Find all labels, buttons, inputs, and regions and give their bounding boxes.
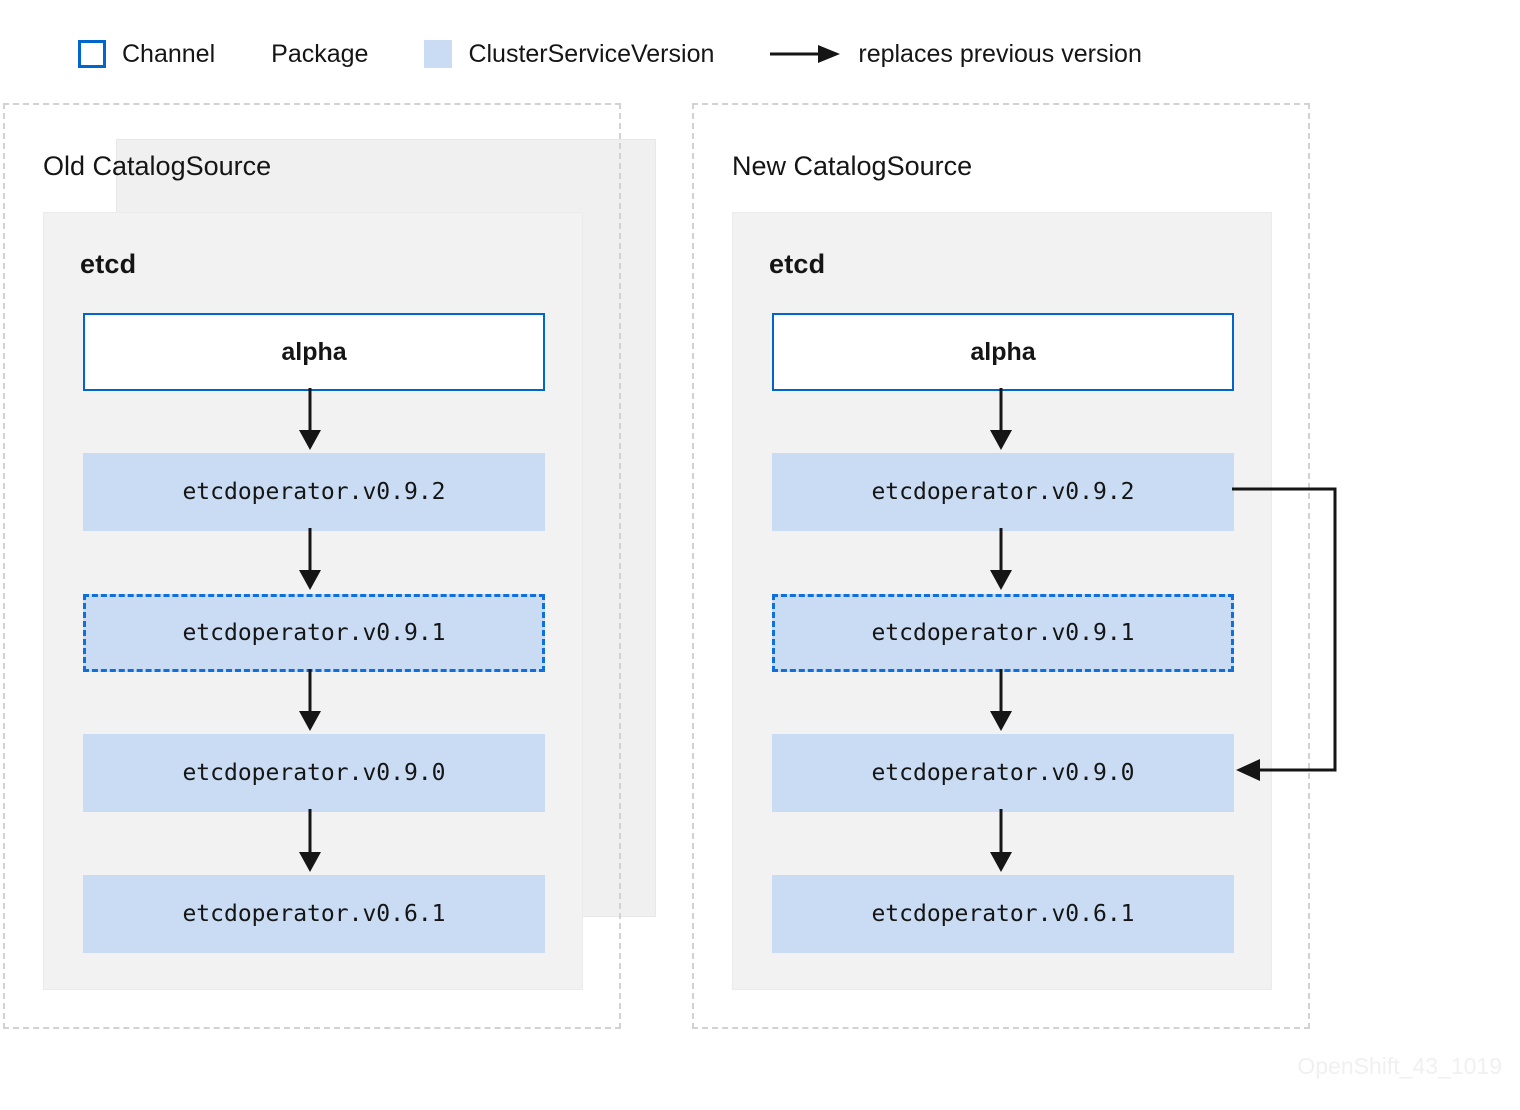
legend-label-csv: ClusterServiceVersion (468, 39, 715, 68)
channel-swatch-icon (78, 40, 106, 68)
csv-box-old-1: etcdoperator.v0.9.1 (83, 594, 545, 672)
csv-box-new-0: etcdoperator.v0.9.2 (772, 453, 1234, 531)
panel-title-old: Old CatalogSource (43, 151, 272, 181)
legend: Channel Package ClusterServiceVersion re… (78, 32, 1142, 917)
csv-box-new-3: etcdoperator.v0.6.1 (772, 875, 1234, 953)
csv-box-new-1: etcdoperator.v0.9.1 (772, 594, 1234, 672)
legend-label-package: Package (271, 39, 369, 68)
panel-title-new: New CatalogSource (732, 151, 973, 181)
package-box-new: etcd alpha etcdoperator.v0.9.2 etcdopera… (732, 212, 1272, 990)
csv-label-new-0: etcdoperator.v0.9.2 (871, 479, 1135, 505)
csv-label-old-3: etcdoperator.v0.6.1 (182, 901, 446, 927)
watermark-label: OpenShift_43_1019 (1297, 1053, 1502, 1079)
diagram-canvas: Channel Package ClusterServiceVersion re… (0, 0, 1520, 1110)
csv-box-old-2: etcdoperator.v0.9.0 (83, 734, 545, 812)
legend-item-replaces: replaces previous version (770, 32, 1142, 76)
legend-label-channel: Channel (122, 39, 216, 68)
csv-label-new-3: etcdoperator.v0.6.1 (871, 901, 1135, 927)
legend-item-package: Package (116, 32, 656, 917)
package-box-old: etcd alpha etcdoperator.v0.9.2 etcdopera… (43, 212, 583, 990)
legend-item-channel: Channel (78, 32, 215, 76)
csv-box-new-2: etcdoperator.v0.9.0 (772, 734, 1234, 812)
package-name-new: etcd (769, 249, 826, 279)
package-name-old: etcd (80, 249, 137, 279)
panel-old-catalogsource: Old CatalogSource etcd alpha etcdoperato… (3, 103, 621, 1029)
legend-label-replaces: replaces previous version (858, 39, 1142, 68)
csv-swatch-icon (424, 40, 453, 68)
csv-label-old-1: etcdoperator.v0.9.1 (182, 620, 446, 646)
legend-item-csv: ClusterServiceVersion (424, 32, 714, 76)
panel-new-catalogsource: New CatalogSource etcd alpha etcdoperato… (692, 103, 1310, 1029)
channel-label-old: alpha (281, 337, 347, 366)
csv-label-new-2: etcdoperator.v0.9.0 (871, 760, 1135, 786)
channel-box-old-alpha: alpha (83, 313, 545, 391)
arrow-right-icon (770, 43, 841, 65)
channel-box-new-alpha: alpha (772, 313, 1234, 391)
csv-label-old-2: etcdoperator.v0.9.0 (182, 760, 446, 786)
csv-box-old-0: etcdoperator.v0.9.2 (83, 453, 545, 531)
csv-label-old-0: etcdoperator.v0.9.2 (182, 479, 446, 505)
csv-label-new-1: etcdoperator.v0.9.1 (871, 620, 1135, 646)
csv-box-old-3: etcdoperator.v0.6.1 (83, 875, 545, 953)
channel-label-new: alpha (970, 337, 1036, 366)
